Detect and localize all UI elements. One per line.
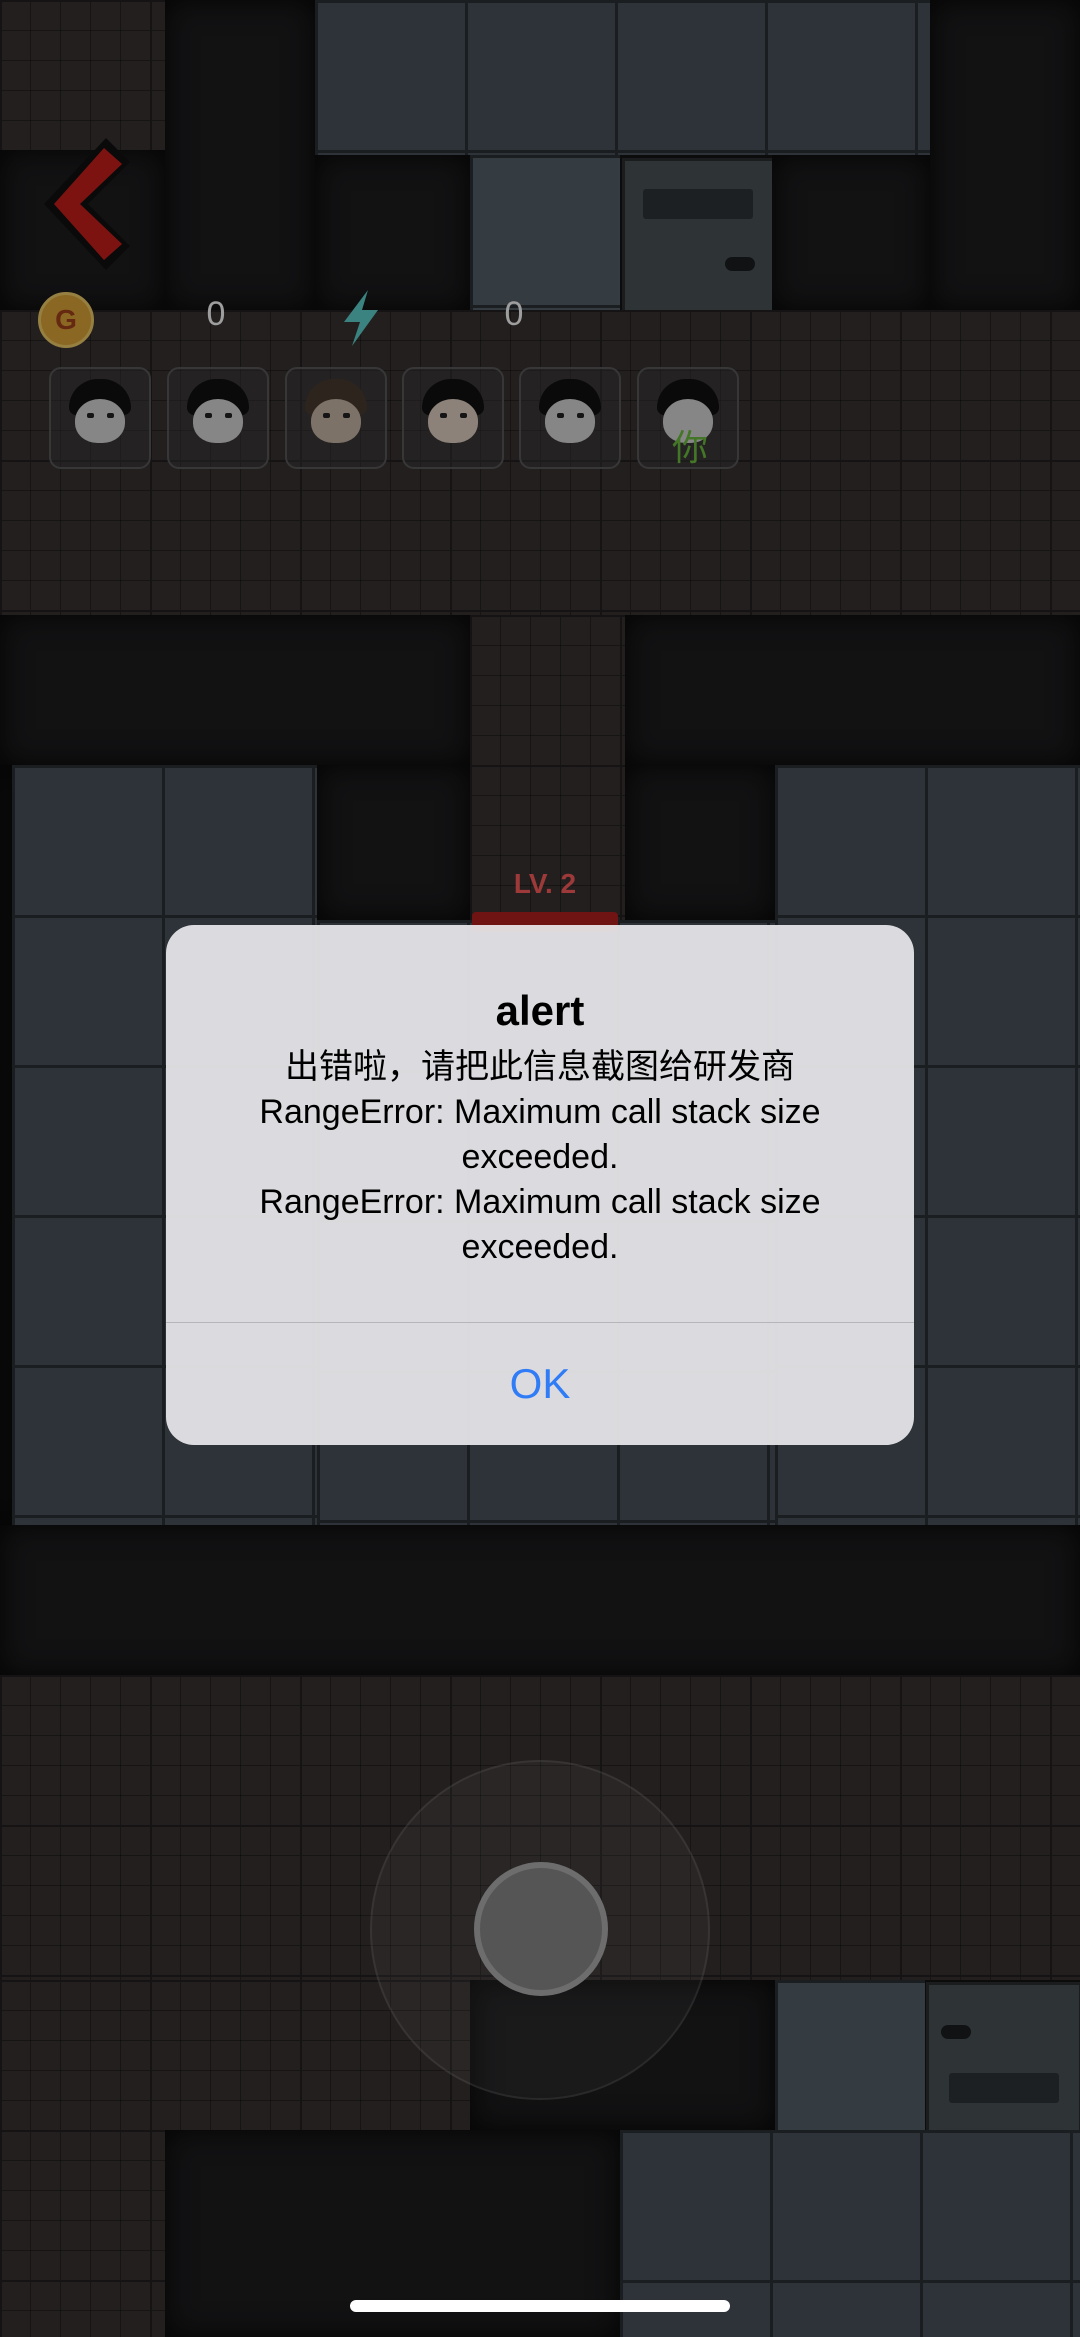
alert-ok-button[interactable]: OK (166, 1323, 914, 1445)
alert-message-line: RangeError: Maximum call stack size exce… (259, 1183, 821, 1266)
alert-message-line: 出错啦，请把此信息截图给研发商 (285, 1047, 795, 1087)
alert-title: alert (495, 987, 585, 1034)
home-indicator[interactable] (350, 2300, 730, 2312)
alert-message: 出错啦，请把此信息截图给研发商 RangeError: Maximum call… (206, 1045, 874, 1270)
alert-message-line: RangeError: Maximum call stack size exce… (259, 1093, 821, 1176)
alert-dialog: alert 出错啦，请把此信息截图给研发商 RangeError: Maximu… (166, 925, 914, 1445)
